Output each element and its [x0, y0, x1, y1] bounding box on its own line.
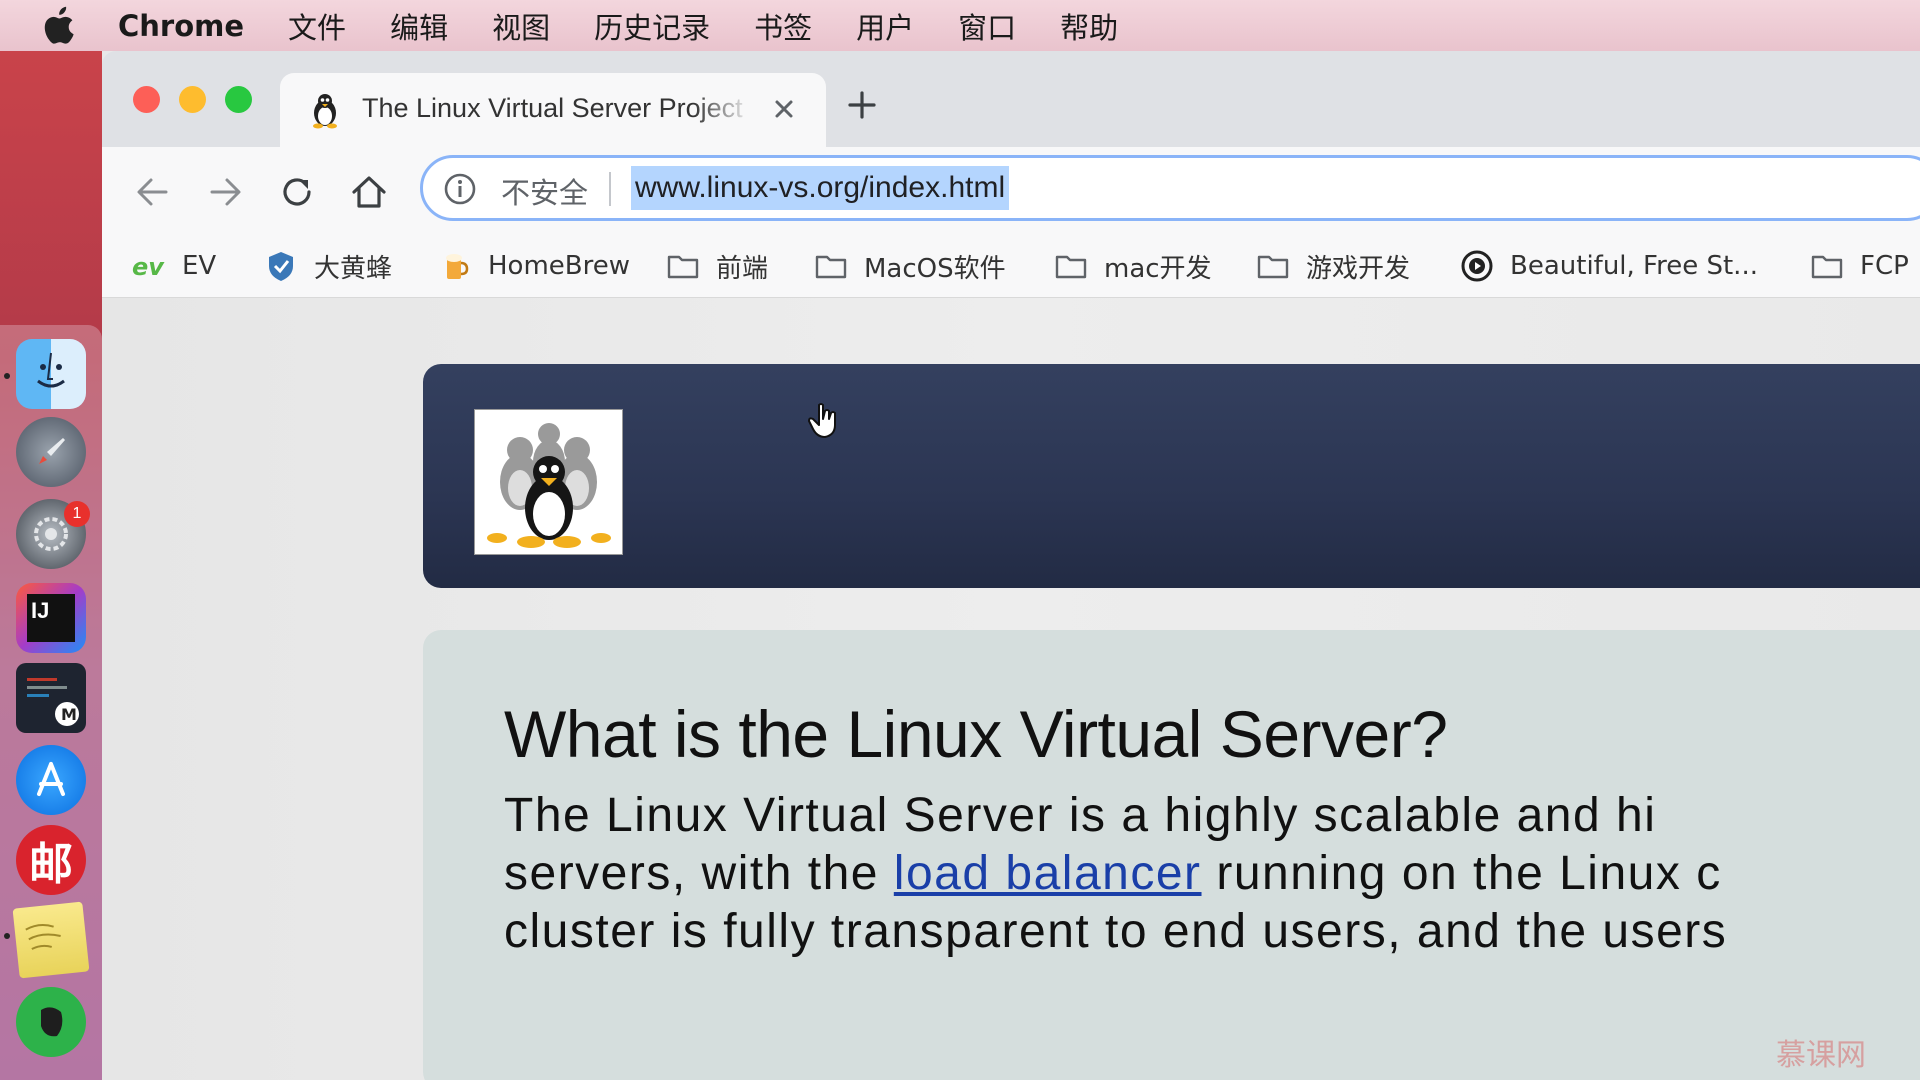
bookmark-label: Beautiful, Free St...: [1510, 251, 1758, 281]
circle-play-icon: [1461, 250, 1493, 282]
bookmark-label: EV: [182, 251, 217, 281]
dock: 1 IJ M 邮: [0, 325, 102, 1080]
folder-icon: [1257, 255, 1289, 279]
bookmark-label: MacOS软件: [864, 253, 1006, 284]
back-arrow-icon[interactable]: [132, 171, 174, 213]
folder-icon: [1811, 255, 1843, 279]
url-text[interactable]: www.linux-vs.org/index.html: [631, 166, 1010, 210]
intellij-idea-icon[interactable]: IJ: [16, 583, 86, 653]
address-bar[interactable]: 不安全 www.linux-vs.org/index.html: [420, 155, 1920, 221]
paragraph-line: servers, with the load balancer running …: [504, 846, 1722, 901]
bookmark-label: HomeBrew: [488, 251, 630, 281]
paragraph-text: servers, with the: [504, 847, 894, 900]
load-balancer-link[interactable]: load balancer: [894, 847, 1202, 900]
content-card: What is the Linux Virtual Server? The Li…: [423, 630, 1920, 1080]
dock-running-indicator: [4, 933, 10, 939]
menu-view[interactable]: 视图: [492, 5, 550, 47]
code-editor-icon[interactable]: M: [16, 663, 86, 733]
bookmark-dahuangfeng[interactable]: 大黄蜂: [264, 245, 392, 287]
tux-penguins-logo[interactable]: [474, 409, 623, 555]
tab-active[interactable]: The Linux Virtual Server Project: [280, 73, 826, 147]
bookmark-folder-frontend[interactable]: 前端: [666, 245, 768, 287]
apple-icon[interactable]: [40, 5, 82, 47]
evernote-icon[interactable]: [16, 987, 86, 1057]
menu-file[interactable]: 文件: [288, 5, 346, 47]
tux-penguin-icon: [313, 94, 337, 129]
menu-bar: Chrome 文件 编辑 视图 历史记录 书签 用户 窗口 帮助: [0, 0, 1920, 51]
site-banner: [423, 364, 1920, 588]
maximize-window-button[interactable]: [225, 86, 252, 113]
paragraph-line: cluster is fully transparent to end user…: [504, 905, 1728, 958]
bookmark-folder-game-dev[interactable]: 游戏开发: [1256, 245, 1410, 287]
new-tab-plus-icon[interactable]: [846, 89, 878, 121]
forward-arrow-icon[interactable]: [204, 171, 246, 213]
paragraph-line: The Linux Virtual Server is a highly sca…: [504, 789, 1657, 842]
folder-icon: [1055, 255, 1087, 279]
tab-strip: The Linux Virtual Server Project: [102, 51, 1920, 147]
ev-logo-icon: ev: [132, 253, 165, 281]
menu-history[interactable]: 历史记录: [594, 5, 710, 47]
close-tab-icon[interactable]: [768, 93, 800, 125]
divider: [609, 172, 611, 206]
home-icon[interactable]: [348, 171, 390, 213]
close-window-button[interactable]: [133, 86, 160, 113]
security-status[interactable]: 不安全: [501, 170, 588, 212]
bookmark-label: 大黄蜂: [314, 253, 393, 284]
reload-icon[interactable]: [276, 171, 318, 213]
bookmark-label: mac开发: [1104, 253, 1212, 284]
info-icon[interactable]: [443, 172, 477, 206]
menu-user[interactable]: 用户: [856, 5, 914, 47]
page-heading: What is the Linux Virtual Server?: [504, 697, 1448, 771]
bookmark-folder-macos-software[interactable]: MacOS软件: [814, 245, 1006, 287]
minimize-window-button[interactable]: [179, 86, 206, 113]
mail-app-icon[interactable]: 邮: [16, 825, 86, 895]
tab-title: The Linux Virtual Server Project: [362, 93, 743, 123]
bookmark-label: 游戏开发: [1306, 253, 1411, 284]
paragraph-text: running on the Linux c: [1201, 847, 1722, 900]
bookmark-label: 前端: [716, 253, 769, 284]
beer-icon: [446, 254, 469, 279]
bookmark-folder-fcp[interactable]: FCP: [1810, 245, 1909, 287]
menu-window[interactable]: 窗口: [958, 5, 1016, 47]
finder-icon[interactable]: [16, 339, 86, 409]
svg-text:ev: ev: [132, 253, 165, 281]
folder-icon: [667, 255, 699, 279]
bookmark-ev[interactable]: ev EV: [132, 245, 216, 287]
browser-window: The Linux Virtual Server Project 不安全 www…: [102, 51, 1920, 1080]
menu-help[interactable]: 帮助: [1060, 5, 1118, 47]
bookmark-label: FCP: [1860, 251, 1909, 281]
bookmark-beautiful-free[interactable]: Beautiful, Free St...: [1460, 245, 1758, 287]
app-store-icon[interactable]: [16, 745, 86, 815]
stickies-icon[interactable]: [12, 901, 90, 979]
bookmark-folder-mac-dev[interactable]: mac开发: [1054, 245, 1212, 287]
menu-app-name[interactable]: Chrome: [118, 9, 244, 43]
bookmark-homebrew[interactable]: HomeBrew: [438, 245, 630, 287]
shield-icon: [269, 252, 293, 281]
svg-text:M: M: [61, 705, 77, 724]
web-page: What is the Linux Virtual Server? The Li…: [102, 298, 1920, 1080]
dock-running-indicator: [4, 373, 10, 379]
launchpad-rocket-icon[interactable]: [16, 417, 86, 487]
bookmarks-bar: ev EV 大黄蜂 HomeBrew 前端 MacOS软件 mac开发 游戏开发…: [102, 237, 1920, 298]
folder-icon: [815, 255, 847, 279]
watermark: 慕课网: [1776, 1038, 1866, 1073]
menu-bookmarks[interactable]: 书签: [754, 5, 812, 47]
notification-badge: 1: [64, 501, 90, 527]
menu-edit[interactable]: 编辑: [390, 5, 448, 47]
hand-pointer-cursor-icon: [808, 403, 836, 438]
